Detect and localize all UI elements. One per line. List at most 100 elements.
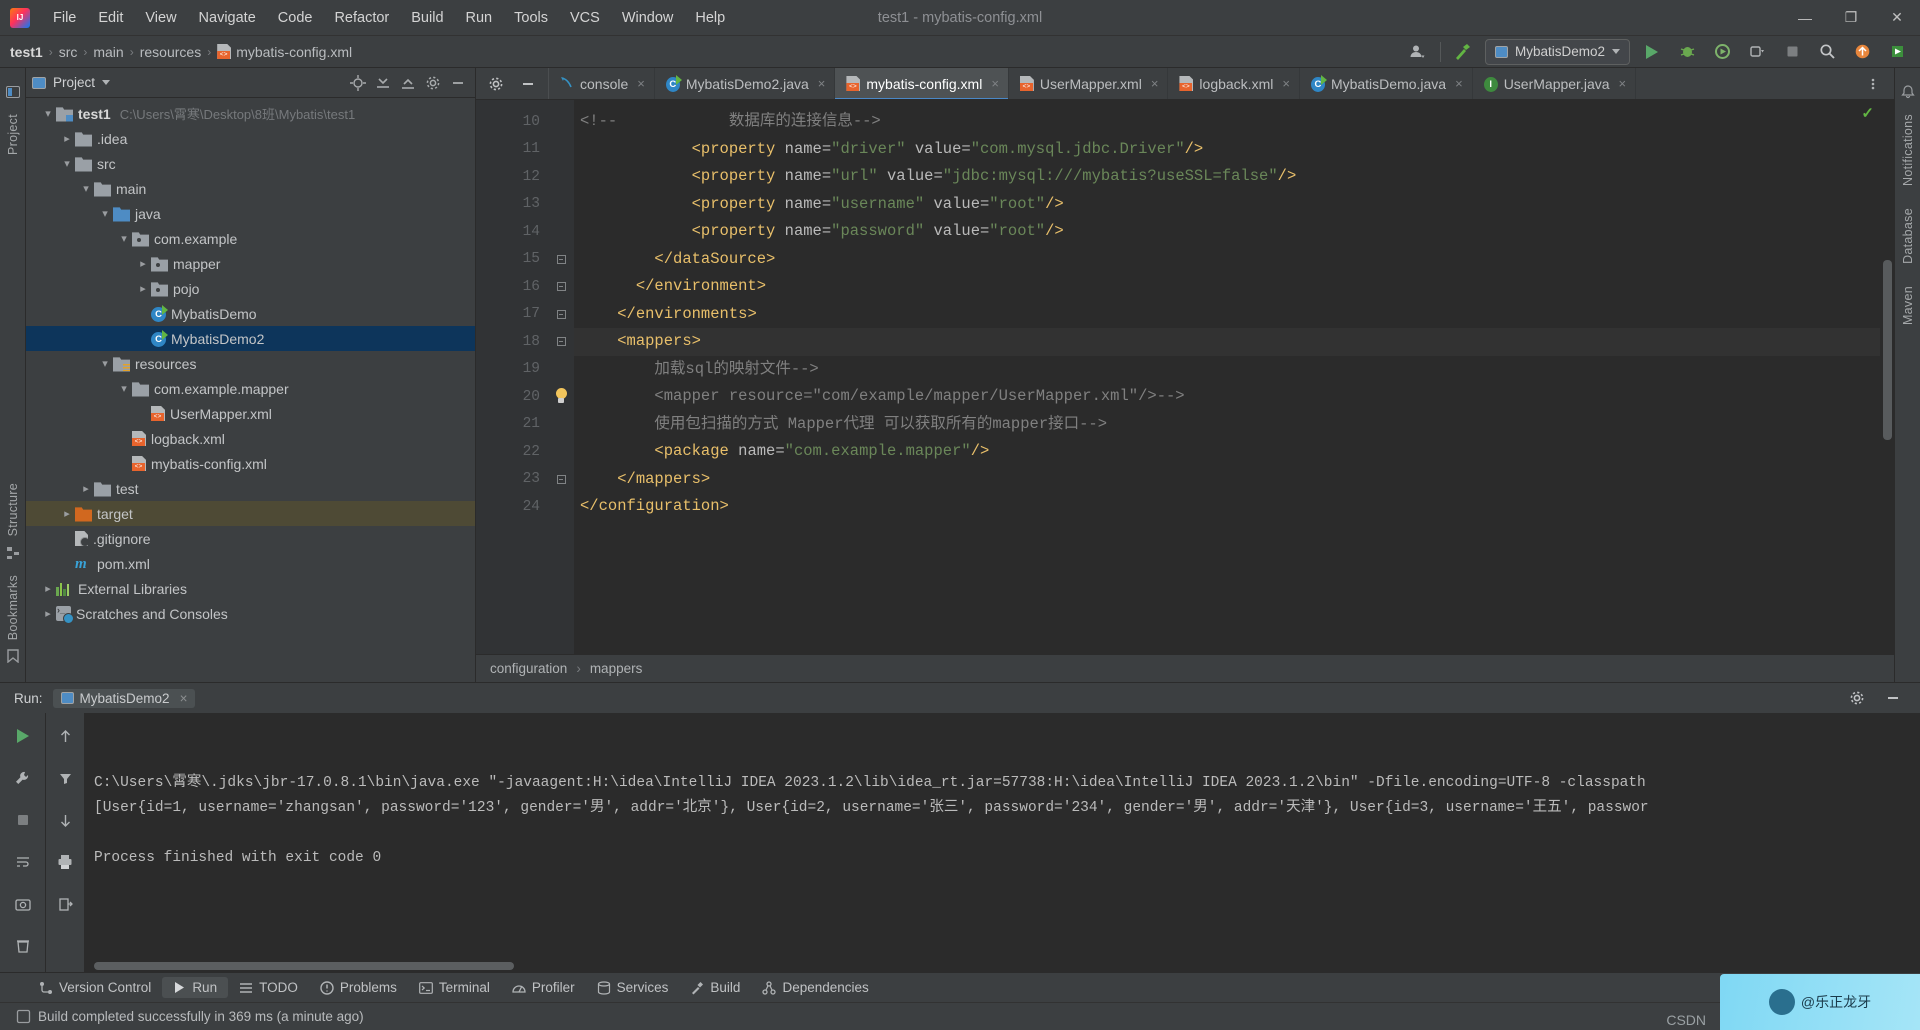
tool-strip-profiler[interactable]: Profiler	[501, 977, 586, 998]
tree-node-scratches-and-consoles[interactable]: ▸ Scratches and Consoles	[26, 601, 475, 626]
editor-tab-mybatis-config-xml[interactable]: mybatis-config.xml ×	[835, 68, 1009, 99]
breadcrumb-configuration[interactable]: configuration	[490, 661, 567, 676]
close-icon[interactable]: ×	[1151, 76, 1159, 91]
fold-toggle-icon[interactable]	[556, 474, 566, 484]
tool-strip-build[interactable]: Build	[679, 977, 751, 998]
rail-label-maven[interactable]: Maven	[1901, 286, 1915, 325]
editor-tab-usermapper-xml[interactable]: UserMapper.xml ×	[1009, 68, 1169, 99]
chevron-down-icon[interactable]: ▾	[116, 382, 132, 395]
notifications-icon[interactable]	[1900, 84, 1916, 100]
close-icon[interactable]: ×	[818, 76, 826, 91]
run-button[interactable]	[1639, 39, 1665, 65]
chevron-down-icon[interactable]: ▾	[59, 157, 75, 170]
tab-overflow[interactable]	[1852, 68, 1894, 99]
plugin-icon[interactable]	[1884, 39, 1910, 65]
code-line[interactable]: </dataSource>	[574, 246, 1880, 274]
close-icon[interactable]: ×	[637, 76, 645, 91]
more-vertical-icon[interactable]	[1860, 71, 1886, 97]
bookmarks-icon[interactable]	[5, 648, 21, 664]
console-output[interactable]: C:\Users\霄寒\.jdks\jbr-17.0.8.1\bin\java.…	[84, 713, 1920, 972]
tool-strip-dependencies[interactable]: Dependencies	[751, 977, 879, 998]
breadcrumb-resources[interactable]: resources	[140, 44, 201, 60]
close-icon[interactable]: ×	[180, 691, 188, 706]
tree-node-java[interactable]: ▾ java	[26, 201, 475, 226]
inspection-status-icon[interactable]: ✓	[1861, 104, 1874, 122]
print-icon[interactable]	[52, 849, 78, 875]
fold-toggle-icon[interactable]	[556, 282, 566, 292]
code-line[interactable]: 加载sql的映射文件-->	[574, 356, 1880, 384]
editor-tab-usermapper-java[interactable]: UserMapper.java ×	[1473, 68, 1637, 99]
chevron-right-icon[interactable]: ▸	[40, 582, 56, 595]
tree-node-src[interactable]: ▾ src	[26, 151, 475, 176]
menu-build[interactable]: Build	[400, 6, 454, 30]
tree-node-test1[interactable]: ▾ test1 C:\Users\霄寒\Desktop\8班\Mybatis\tes…	[26, 101, 475, 126]
code-line[interactable]: <mappers>	[574, 328, 1880, 356]
breadcrumb-file[interactable]: mybatis-config.xml	[236, 44, 352, 60]
wrench-icon[interactable]	[10, 765, 36, 791]
rail-label-notifications[interactable]: Notifications	[1901, 114, 1915, 186]
chevron-down-icon[interactable]: ▾	[116, 232, 132, 245]
bottom-tool-strip[interactable]: Version Control Run TODO Problems Terminal Pr…	[0, 972, 1920, 1002]
rail-label-database[interactable]: Database	[1901, 208, 1915, 264]
rail-label-structure[interactable]: Structure	[6, 483, 20, 536]
hammer-build-icon[interactable]	[1450, 39, 1476, 65]
tree-node-resources[interactable]: ▾ resources	[26, 351, 475, 376]
stop-button[interactable]	[1779, 39, 1805, 65]
settings-gear-icon[interactable]	[486, 74, 506, 94]
editor-tab-mybatisdemo-java[interactable]: MybatisDemo.java ×	[1300, 68, 1473, 99]
tool-strip-services[interactable]: Services	[586, 977, 680, 998]
code-line[interactable]: 使用包扫描的方式 Mapper代理 可以获取所有的mapper接口-->	[574, 411, 1880, 439]
code-folding-column[interactable]	[548, 100, 574, 654]
scroll-up-icon[interactable]	[52, 723, 78, 749]
fold-marker[interactable]	[548, 136, 574, 164]
chevron-down-icon[interactable]: ▾	[97, 207, 113, 220]
breadcrumb-main[interactable]: main	[93, 44, 123, 60]
code-line[interactable]: <mapper resource="com/example/mapper/Use…	[574, 383, 1880, 411]
run-with-coverage-icon[interactable]	[1709, 39, 1735, 65]
breadcrumb-src[interactable]: src	[59, 44, 78, 60]
chevron-down-icon[interactable]: ▾	[78, 182, 94, 195]
fold-marker[interactable]	[548, 493, 574, 521]
hide-panel-icon[interactable]	[518, 74, 538, 94]
filter-icon[interactable]	[52, 765, 78, 791]
fold-marker[interactable]	[548, 383, 574, 411]
console-horizontal-scrollbar[interactable]	[94, 962, 514, 970]
close-icon[interactable]: ×	[1619, 76, 1627, 91]
fold-marker[interactable]	[548, 191, 574, 219]
chevron-right-icon[interactable]: ▸	[135, 257, 151, 270]
menu-refactor[interactable]: Refactor	[323, 6, 400, 30]
fold-marker[interactable]	[548, 466, 574, 494]
editor-scrollbar[interactable]	[1880, 100, 1894, 654]
fold-toggle-icon[interactable]	[556, 309, 566, 319]
fold-marker[interactable]	[548, 356, 574, 384]
menu-edit[interactable]: Edit	[87, 6, 134, 30]
tree-node-mybatisdemo[interactable]: ▸MybatisDemo	[26, 301, 475, 326]
updates-icon[interactable]	[1849, 39, 1875, 65]
menu-window[interactable]: Window	[611, 6, 685, 30]
menu-code[interactable]: Code	[267, 6, 324, 30]
code-line[interactable]: <property name="username" value="root"/>	[574, 191, 1880, 219]
rail-label-bookmarks[interactable]: Bookmarks	[6, 575, 20, 640]
tool-strip-problems[interactable]: Problems	[309, 977, 408, 998]
fold-toggle-icon[interactable]	[556, 254, 566, 264]
minimize-icon[interactable]	[1880, 685, 1906, 711]
more-run-options-icon[interactable]	[1744, 39, 1770, 65]
code-line[interactable]: </mappers>	[574, 466, 1880, 494]
close-button[interactable]: ✕	[1874, 0, 1920, 36]
fold-marker[interactable]	[548, 218, 574, 246]
project-rail-icon[interactable]	[5, 84, 21, 100]
tree-node-pom-xml[interactable]: ▸mpom.xml	[26, 551, 475, 576]
fold-marker[interactable]	[548, 108, 574, 136]
fold-marker[interactable]	[548, 273, 574, 301]
fold-marker[interactable]	[548, 163, 574, 191]
tree-node-target[interactable]: ▸ target	[26, 501, 475, 526]
fold-marker[interactable]	[548, 411, 574, 439]
tree-node--idea[interactable]: ▸ .idea	[26, 126, 475, 151]
chevron-right-icon[interactable]: ▸	[135, 282, 151, 295]
code-line[interactable]: </environments>	[574, 301, 1880, 329]
code-line[interactable]: <!-- 数据库的连接信息-->	[574, 108, 1880, 136]
account-icon[interactable]	[1405, 39, 1431, 65]
editor-tab-mybatisdemo2-java[interactable]: MybatisDemo2.java ×	[655, 68, 836, 99]
menu-run[interactable]: Run	[455, 6, 504, 30]
tree-node-mapper[interactable]: ▸ mapper	[26, 251, 475, 276]
